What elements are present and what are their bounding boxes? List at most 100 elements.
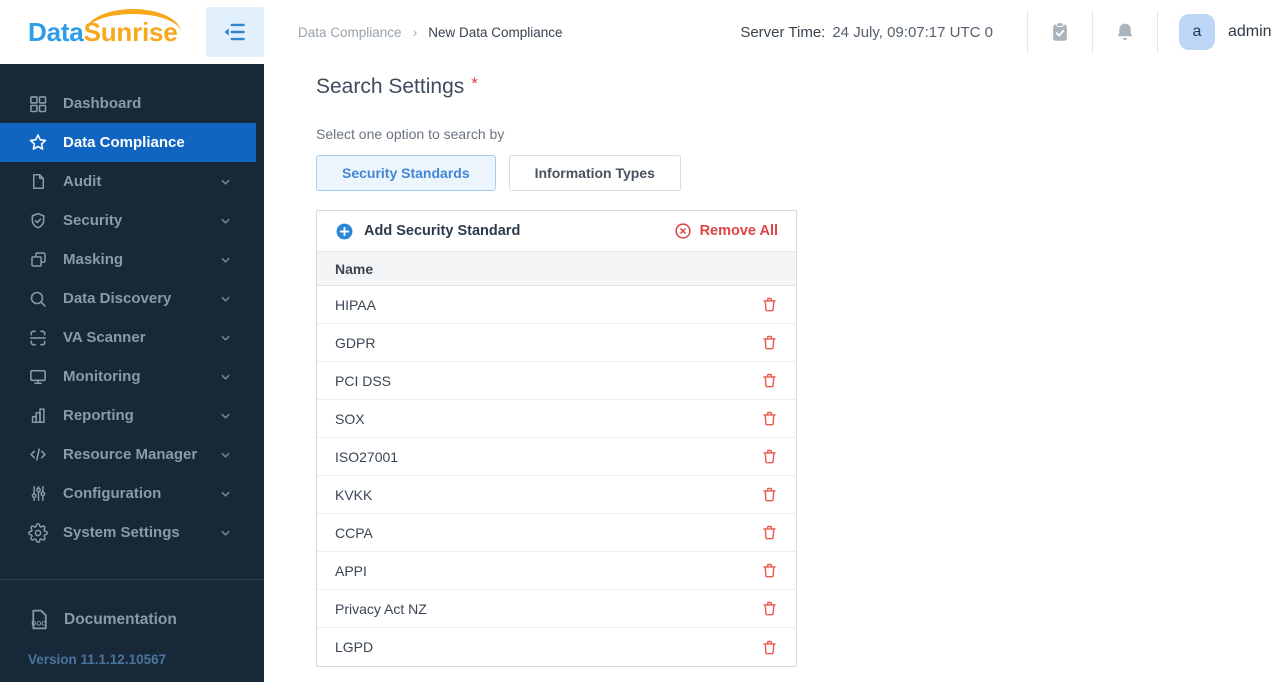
datasunrise-logo[interactable]: DataSunrise xyxy=(28,8,181,48)
sidebar-item-label: Configuration xyxy=(63,485,162,502)
table-row: APPI xyxy=(317,552,796,590)
server-time-value: 24 July, 09:07:17 UTC 0 xyxy=(832,23,993,41)
standard-name: HIPAA xyxy=(335,296,376,313)
logo-text-sunrise: Sunrise xyxy=(83,8,181,47)
bell-icon xyxy=(1114,21,1136,43)
standard-name: Privacy Act NZ xyxy=(335,600,427,617)
sidebar-item-label: Security xyxy=(63,212,123,229)
breadcrumb: Data Compliance › New Data Compliance xyxy=(298,24,563,40)
delete-row-button[interactable] xyxy=(761,448,778,465)
shield-check-icon xyxy=(28,211,48,231)
trash-icon xyxy=(763,449,776,464)
sidebar-item-label: VA Scanner xyxy=(63,329,146,346)
table-row: LGPD xyxy=(317,628,796,666)
sidebar-item-data-compliance[interactable]: Data Compliance xyxy=(0,123,256,162)
trash-icon xyxy=(763,525,776,540)
tasks-button[interactable] xyxy=(1028,0,1092,64)
monitor-icon xyxy=(28,367,48,387)
remove-all-button[interactable]: Remove All xyxy=(674,222,778,240)
standard-name: SOX xyxy=(335,410,365,427)
trash-icon xyxy=(763,373,776,388)
table-row: HIPAA xyxy=(317,286,796,324)
sidebar: Dashboard Data Compliance Audit Security… xyxy=(0,64,264,682)
table-header: Name xyxy=(317,251,796,286)
sidebar-item-masking[interactable]: Masking xyxy=(0,240,264,279)
remove-all-label: Remove All xyxy=(699,223,778,239)
sliders-icon xyxy=(28,484,48,504)
magnifier-icon xyxy=(28,289,48,309)
page-title-text: Search Settings xyxy=(316,75,465,98)
version-label: Version 11.1.12.10567 xyxy=(28,652,167,667)
clipboard-check-icon xyxy=(1049,21,1071,43)
trash-icon xyxy=(763,411,776,426)
trash-icon xyxy=(763,487,776,502)
table-row: SOX xyxy=(317,400,796,438)
sidebar-item-va-scanner[interactable]: VA Scanner xyxy=(0,318,264,357)
sidebar-item-configuration[interactable]: Configuration xyxy=(0,474,264,513)
breadcrumb-parent-link[interactable]: Data Compliance xyxy=(298,25,402,40)
delete-row-button[interactable] xyxy=(761,334,778,351)
sidebar-item-label: Masking xyxy=(63,251,124,268)
delete-row-button[interactable] xyxy=(761,600,778,617)
star-icon xyxy=(28,133,48,153)
standard-name: ISO27001 xyxy=(335,448,399,465)
chevron-down-icon xyxy=(220,449,231,460)
delete-row-button[interactable] xyxy=(761,486,778,503)
table-row: ISO27001 xyxy=(317,438,796,476)
standard-name: LGPD xyxy=(335,639,374,655)
sidebar-item-label: Resource Manager xyxy=(63,446,198,463)
chevron-down-icon xyxy=(220,176,231,187)
logo-text-data: Data xyxy=(28,16,84,47)
collapse-sidebar-button[interactable] xyxy=(206,7,264,57)
delete-row-button[interactable] xyxy=(761,524,778,541)
trash-icon xyxy=(763,563,776,578)
sidebar-item-label: Reporting xyxy=(63,407,134,424)
delete-row-button[interactable] xyxy=(761,296,778,313)
add-security-standard-button[interactable]: Add Security Standard xyxy=(335,222,520,241)
delete-row-button[interactable] xyxy=(761,410,778,427)
sidebar-nav: Dashboard Data Compliance Audit Security… xyxy=(0,64,264,579)
sidebar-item-monitoring[interactable]: Monitoring xyxy=(0,357,264,396)
sidebar-item-audit[interactable]: Audit xyxy=(0,162,264,201)
delete-row-button[interactable] xyxy=(761,562,778,579)
sidebar-item-system-settings[interactable]: System Settings xyxy=(0,513,264,552)
x-circle-icon xyxy=(674,222,692,240)
breadcrumb-current: New Data Compliance xyxy=(428,24,563,40)
delete-row-button[interactable] xyxy=(761,372,778,389)
chevron-down-icon xyxy=(220,215,231,226)
delete-row-button[interactable] xyxy=(761,639,778,656)
sidebar-item-dashboard[interactable]: Dashboard xyxy=(0,84,264,123)
standard-name: GDPR xyxy=(335,334,376,351)
table-row: KVKK xyxy=(317,476,796,514)
doc-icon-text: DOC xyxy=(31,620,46,627)
documentation-link[interactable]: DOC Documentation xyxy=(0,600,264,640)
trash-icon xyxy=(763,640,776,654)
tab-information-types[interactable]: Information Types xyxy=(508,155,681,191)
sidebar-item-security[interactable]: Security xyxy=(0,201,264,240)
sidebar-item-resource-manager[interactable]: Resource Manager xyxy=(0,435,264,474)
required-marker: * xyxy=(471,74,478,93)
main-content: Search Settings * Select one option to se… xyxy=(264,64,1276,682)
column-header-name: Name xyxy=(335,260,374,277)
add-button-label: Add Security Standard xyxy=(364,223,521,239)
security-standards-panel: Add Security Standard Remove All Name HI… xyxy=(316,210,797,667)
gear-icon xyxy=(28,522,48,543)
tab-security-standards[interactable]: Security Standards xyxy=(316,155,496,191)
sidebar-item-reporting[interactable]: Reporting xyxy=(0,396,264,435)
plus-circle-icon xyxy=(335,222,354,241)
code-icon xyxy=(28,445,48,465)
user-menu[interactable]: a admin xyxy=(1158,14,1276,50)
search-by-hint: Select one option to search by xyxy=(316,126,505,142)
documentation-label: Documentation xyxy=(64,611,177,628)
doc-file-icon: DOC xyxy=(26,607,52,633)
table-row: PCI DSS xyxy=(317,362,796,400)
table-row: CCPA xyxy=(317,514,796,552)
notifications-button[interactable] xyxy=(1093,0,1157,64)
standard-name: KVKK xyxy=(335,486,373,503)
server-time: Server Time: 24 July, 09:07:17 UTC 0 xyxy=(740,24,993,41)
chevron-down-icon xyxy=(220,332,231,343)
chevron-down-icon xyxy=(220,371,231,382)
sidebar-item-data-discovery[interactable]: Data Discovery xyxy=(0,279,264,318)
app-screen: DataSunrise Data Compliance › New Data C… xyxy=(0,0,1276,682)
sidebar-item-label: Data Compliance xyxy=(63,134,185,151)
